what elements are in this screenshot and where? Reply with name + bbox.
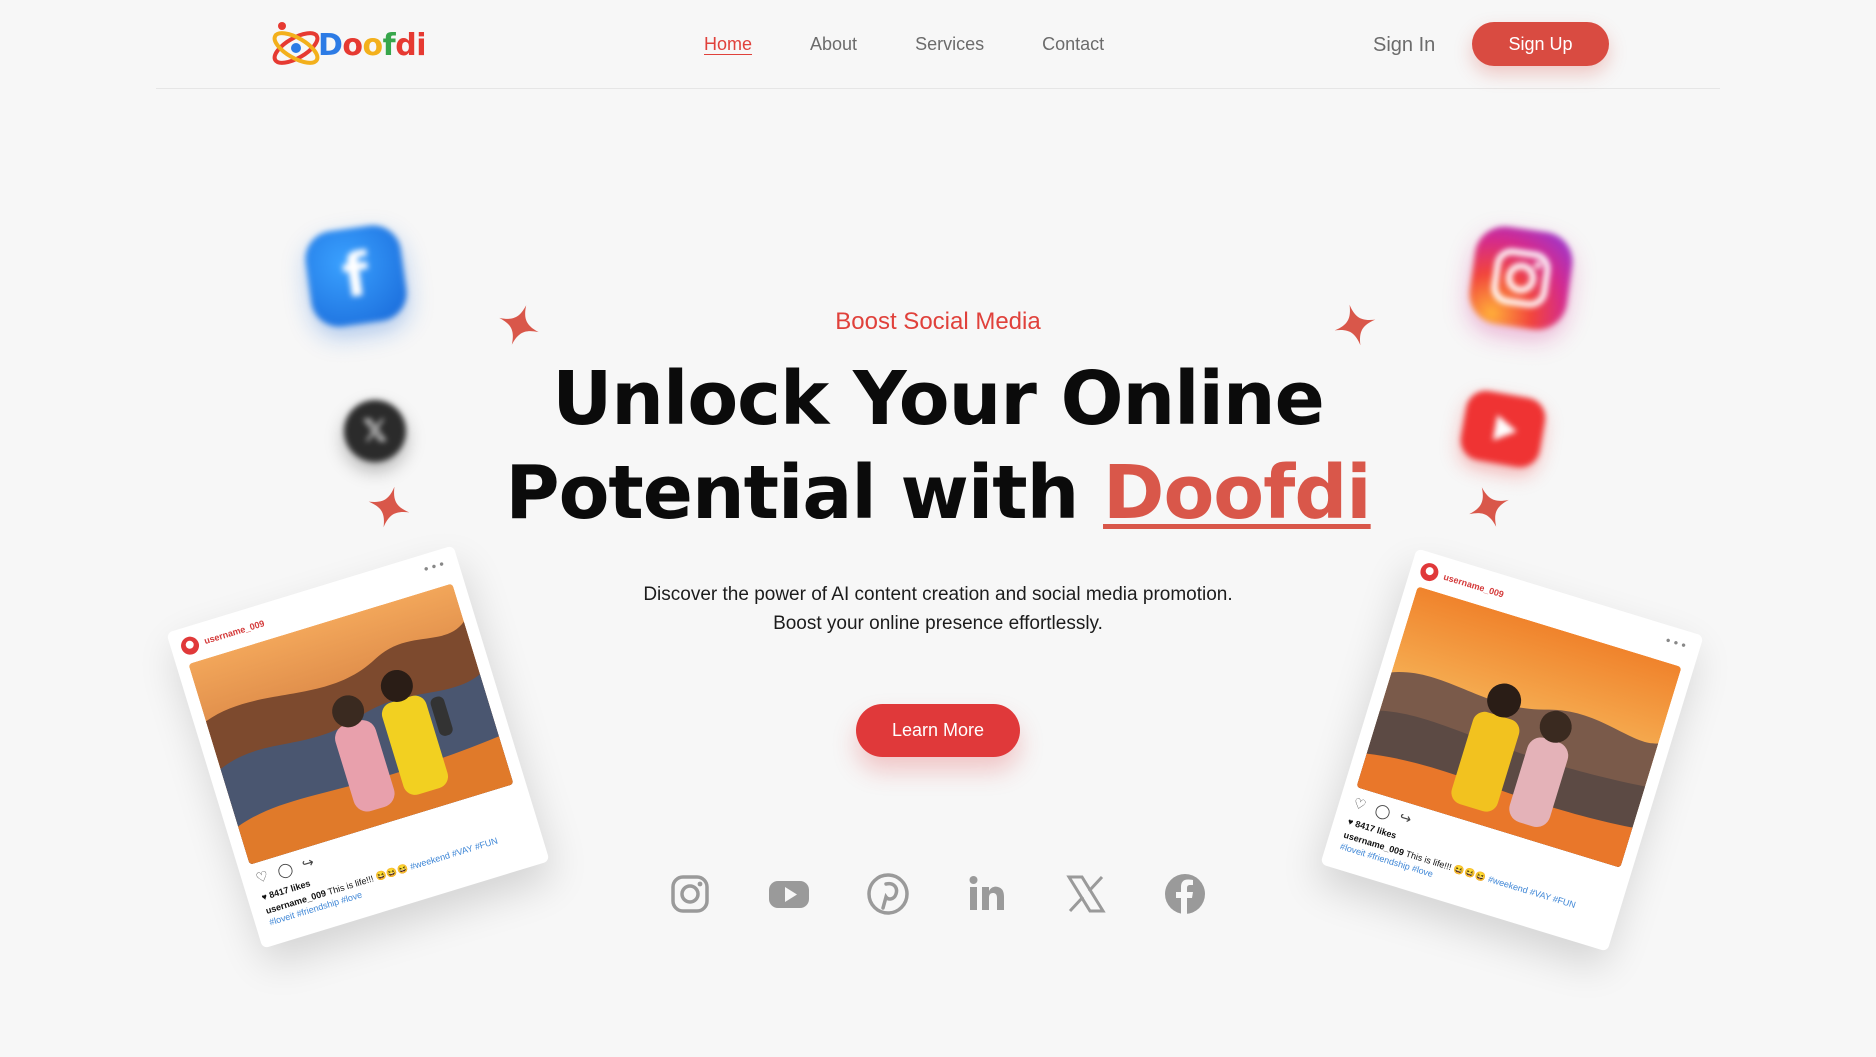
comment-icon[interactable]: ◯ bbox=[1373, 802, 1393, 822]
main-nav: Home About Services Contact bbox=[704, 34, 1162, 55]
headline-line-1: Unlock Your Online bbox=[552, 356, 1325, 442]
sign-up-button[interactable]: Sign Up bbox=[1472, 22, 1609, 66]
subtitle-line-2: Boost your online presence effortlessly. bbox=[773, 613, 1103, 634]
x-icon[interactable] bbox=[1064, 872, 1108, 916]
nav-home[interactable]: Home bbox=[704, 34, 752, 55]
caption-text: This is life!!! 😆😆😆 bbox=[326, 862, 410, 897]
share-icon[interactable]: ↪ bbox=[1397, 809, 1413, 828]
more-options-icon: ••• bbox=[420, 556, 449, 577]
pinterest-icon[interactable] bbox=[866, 872, 910, 916]
learn-more-button[interactable]: Learn More bbox=[856, 704, 1020, 757]
instagram-icon[interactable] bbox=[668, 872, 712, 916]
headline-brand: Doofdi bbox=[1103, 450, 1372, 536]
subtitle-line-1: Discover the power of AI content creatio… bbox=[643, 584, 1233, 605]
linkedin-icon[interactable] bbox=[965, 872, 1009, 916]
avatar bbox=[1418, 560, 1441, 584]
avatar bbox=[178, 634, 202, 657]
post-username: username_009 bbox=[202, 618, 266, 647]
facebook-icon[interactable] bbox=[1163, 872, 1207, 916]
share-icon[interactable]: ↪ bbox=[300, 854, 316, 873]
post-username: username_009 bbox=[1442, 571, 1506, 600]
social-links bbox=[668, 872, 1262, 916]
nav-about[interactable]: About bbox=[810, 34, 857, 55]
more-options-icon: ••• bbox=[1662, 633, 1690, 654]
brand-logo[interactable]: Doofdi bbox=[268, 18, 428, 74]
site-header: Doofdi Home About Services Contact Sign … bbox=[156, 0, 1720, 89]
heart-icon[interactable]: ♡ bbox=[1351, 795, 1368, 814]
youtube-icon[interactable] bbox=[767, 872, 811, 916]
sign-in-link[interactable]: Sign In bbox=[1373, 34, 1435, 57]
headline-line-2-prefix: Potential with bbox=[505, 450, 1079, 536]
heart-icon[interactable]: ♡ bbox=[254, 868, 271, 887]
hero-kicker: Boost Social Media bbox=[835, 308, 1041, 335]
logo-wordmark: Doofdi bbox=[318, 28, 426, 63]
nav-contact[interactable]: Contact bbox=[1042, 34, 1104, 55]
nav-services[interactable]: Services bbox=[915, 34, 984, 55]
caption-tags: #weekend #VAY #FUN #loveit #friendship #… bbox=[1338, 841, 1577, 911]
hero-headline: Unlock Your Online Potential with Doofdi bbox=[0, 352, 1876, 540]
comment-icon[interactable]: ◯ bbox=[276, 861, 296, 881]
